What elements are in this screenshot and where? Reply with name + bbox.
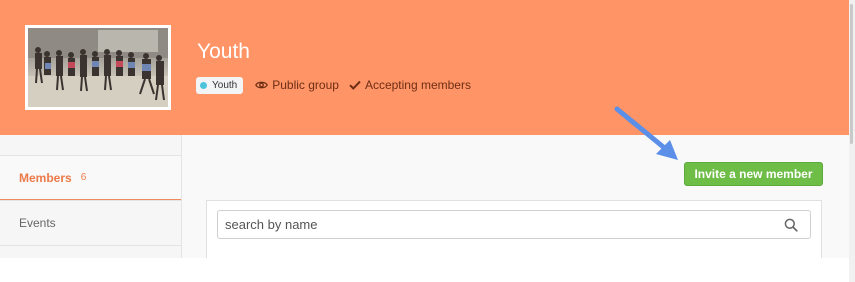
visibility-status: Public group <box>255 78 339 92</box>
group-page: Youth Youth Public group Accepting membe… <box>0 0 855 282</box>
membership-label: Accepting members <box>364 78 471 92</box>
group-tag[interactable]: Youth <box>196 76 244 94</box>
sidebar-item-members[interactable]: Members 6 <box>0 155 181 200</box>
member-search-input[interactable] <box>218 211 768 238</box>
sidebar-item-label: Members <box>19 170 72 185</box>
page-bottom-area <box>0 258 849 282</box>
eye-icon <box>255 81 269 89</box>
group-title: Youth <box>197 40 250 63</box>
group-header-banner: Youth Youth Public group Accepting membe… <box>0 0 849 135</box>
sidebar-item-events[interactable]: Events <box>0 200 181 245</box>
sidebar-item-label: Events <box>19 216 56 230</box>
tag-color-dot <box>200 81 207 89</box>
members-count-badge: 6 <box>80 172 87 183</box>
invite-member-button[interactable]: Invite a new member <box>684 162 823 186</box>
membership-status: Accepting members <box>349 78 471 92</box>
member-search-box[interactable] <box>217 210 811 239</box>
group-meta-row: Youth Public group Accepting members <box>196 76 481 94</box>
group-tag-label: Youth <box>212 79 238 91</box>
sidebar-item-next[interactable] <box>0 245 181 258</box>
group-photo <box>25 25 171 110</box>
group-photo-image <box>28 28 168 107</box>
pointer-arrow-icon <box>614 106 678 160</box>
sidebar-top-gap <box>0 135 181 155</box>
visibility-label: Public group <box>272 78 339 92</box>
page-scrollbar-thumb[interactable] <box>850 4 853 144</box>
search-icon[interactable] <box>784 218 798 232</box>
check-icon <box>349 80 361 90</box>
